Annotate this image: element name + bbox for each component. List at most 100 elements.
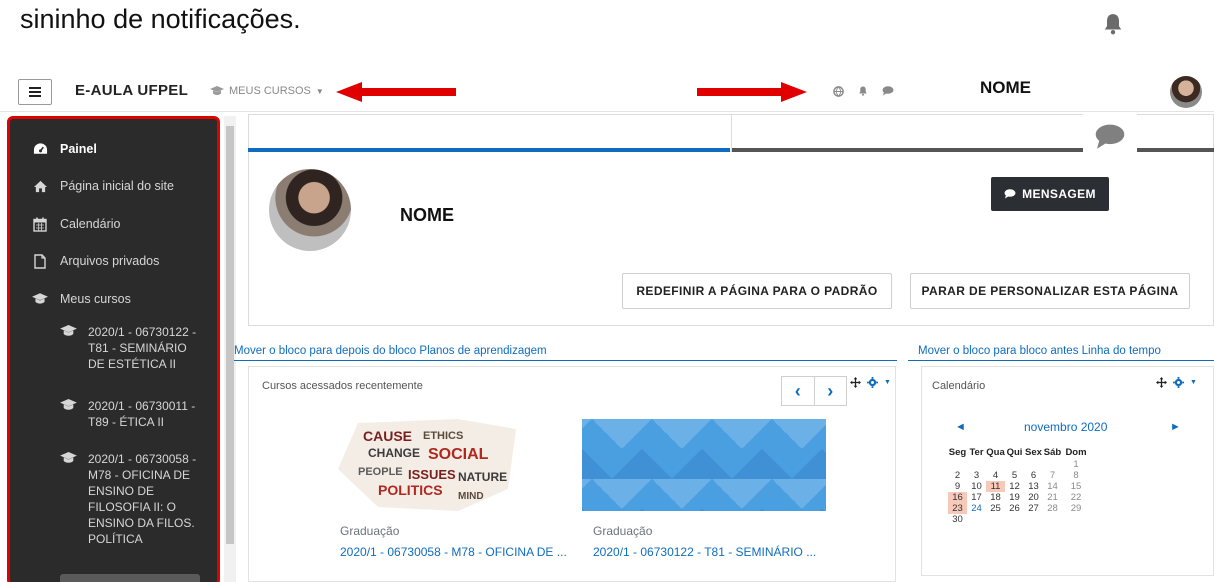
calendar-day[interactable]: 12 xyxy=(1005,481,1024,492)
menu-toggle-button[interactable] xyxy=(18,79,52,105)
caret-down-icon[interactable]: ▼ xyxy=(884,379,891,386)
sidebar-item-private-files[interactable]: Arquivos privados xyxy=(32,253,159,269)
chat-bubble-icon xyxy=(1095,124,1125,149)
svg-text:NATURE: NATURE xyxy=(458,470,507,484)
course-image-pattern[interactable] xyxy=(582,419,826,511)
calendar-day[interactable]: 5 xyxy=(1005,470,1024,481)
svg-text:POLITICS: POLITICS xyxy=(378,482,443,498)
calendar-day[interactable]: 9 xyxy=(948,481,967,492)
calendar-day[interactable]: 4 xyxy=(986,470,1005,481)
language-globe-icon[interactable] xyxy=(833,85,844,97)
user-name[interactable]: NOME xyxy=(980,78,1031,98)
graduation-cap-icon xyxy=(60,325,80,372)
calendar-day[interactable]: 27 xyxy=(1024,503,1043,514)
calendar-day[interactable]: 21 xyxy=(1043,492,1062,503)
calendar-day[interactable]: 23 xyxy=(948,503,967,514)
calendar-empty-cell xyxy=(986,514,1005,525)
reset-page-button[interactable]: REDEFINIR A PÁGINA PARA O PADRÃO xyxy=(622,273,892,309)
calendar-empty-cell xyxy=(967,459,986,470)
calendar-day[interactable]: 11 xyxy=(986,481,1005,492)
course-link[interactable]: 2020/1 - 06730058 - M78 - OFICINA DE ... xyxy=(340,545,567,559)
calendar-day[interactable]: 19 xyxy=(1005,492,1024,503)
calendar-day[interactable]: 25 xyxy=(986,503,1005,514)
calendar-month: novembro 2020 xyxy=(1024,420,1108,434)
gear-icon[interactable] xyxy=(867,377,878,388)
move-arrows-icon[interactable] xyxy=(1156,377,1167,388)
sidebar-item-calendar[interactable]: Calendário xyxy=(32,216,120,232)
calendar-prev-month[interactable]: ◄ xyxy=(955,421,966,433)
calendar-day[interactable]: 10 xyxy=(967,481,986,492)
sidebar-item-painel[interactable]: Painel xyxy=(32,141,97,157)
calendar-empty-cell xyxy=(1005,459,1024,470)
gear-icon[interactable] xyxy=(1173,377,1184,388)
notification-bell-icon[interactable] xyxy=(858,85,868,97)
calendar-weekday: Sex xyxy=(1025,446,1042,458)
calendar-empty-cell xyxy=(1024,459,1043,470)
course-image-wordcloud[interactable]: CAUSE CHANGE ETHICS SOCIAL PEOPLE ISSUES… xyxy=(338,419,516,511)
next-button[interactable]: › xyxy=(813,377,847,405)
move-arrows-icon[interactable] xyxy=(850,377,861,388)
caret-down-icon: ▼ xyxy=(315,86,324,96)
calendar-day[interactable]: 2 xyxy=(948,470,967,481)
move-block-link[interactable]: Mover o bloco para depois do bloco Plano… xyxy=(234,345,547,357)
block-controls: ▼ xyxy=(850,377,891,388)
dashboard-icon xyxy=(32,141,48,157)
message-button[interactable]: MENSAGEM xyxy=(991,177,1109,211)
calendar-day[interactable]: 7 xyxy=(1043,470,1062,481)
calendar-day[interactable]: 13 xyxy=(1024,481,1043,492)
course-link[interactable]: 2020/1 - 06730122 - T81 - SEMINÁRIO ... xyxy=(593,545,816,559)
calendar-day[interactable]: 8 xyxy=(1062,470,1090,481)
caret-down-icon[interactable]: ▼ xyxy=(1190,379,1197,386)
course-category: Graduação xyxy=(340,524,400,538)
calendar-weekday: Dom xyxy=(1065,446,1087,458)
site-brand[interactable]: E-AULA UFPEL xyxy=(75,82,188,99)
stop-customizing-button[interactable]: PARAR DE PERSONALIZAR ESTA PÁGINA xyxy=(910,273,1190,309)
my-courses-menu[interactable]: MEUS CURSOS ▼ xyxy=(210,85,324,97)
home-icon xyxy=(32,178,48,194)
svg-text:PEOPLE: PEOPLE xyxy=(358,466,403,478)
graduation-cap-icon xyxy=(60,452,80,547)
calendar-weekday: Seg xyxy=(948,446,967,458)
calendar-day[interactable]: 16 xyxy=(948,492,967,503)
move-block-link[interactable]: Mover o bloco para bloco antes Linha do … xyxy=(918,345,1161,357)
sidebar-course-2[interactable]: 2020/1 - 06730011 - T89 - ÉTICA II xyxy=(60,398,206,430)
calendar-day[interactable]: 22 xyxy=(1062,492,1090,503)
chevron-right-icon: › xyxy=(827,380,834,401)
calendar-day[interactable]: 18 xyxy=(986,492,1005,503)
sidebar-item-label: Meus cursos xyxy=(60,292,131,306)
calendar-day[interactable]: 29 xyxy=(1062,503,1090,514)
calendar-day[interactable]: 6 xyxy=(1024,470,1043,481)
calendar-empty-cell xyxy=(1024,514,1043,525)
profile-name: NOME xyxy=(400,205,454,225)
calendar-icon xyxy=(32,216,48,232)
calendar-empty-cell xyxy=(1043,514,1062,525)
chat-bubble-icon[interactable] xyxy=(882,86,894,96)
calendar-day[interactable]: 30 xyxy=(948,514,967,525)
calendar-day[interactable]: 28 xyxy=(1043,503,1062,514)
user-avatar[interactable] xyxy=(1170,76,1202,108)
move-target-line xyxy=(234,360,897,361)
calendar-day[interactable]: 20 xyxy=(1024,492,1043,503)
sidebar-course-label: 2020/1 - 06730011 - T89 - ÉTICA II xyxy=(88,399,196,429)
calendar-day[interactable]: 14 xyxy=(1043,481,1062,492)
calendar-day[interactable]: 1 xyxy=(1062,459,1090,470)
calendar-day[interactable]: 15 xyxy=(1062,481,1090,492)
calendar-day[interactable]: 3 xyxy=(967,470,986,481)
calendar-empty-cell xyxy=(1043,459,1062,470)
previous-button[interactable]: ‹ xyxy=(782,377,814,405)
sidebar-item-my-courses[interactable]: Meus cursos xyxy=(32,291,131,307)
calendar-day[interactable]: 24 xyxy=(967,503,986,514)
svg-text:CAUSE: CAUSE xyxy=(363,428,412,444)
calendar-day[interactable]: 26 xyxy=(1005,503,1024,514)
sidebar-course-3[interactable]: 2020/1 - 06730058 - M78 - OFICINA DE ENS… xyxy=(60,451,206,547)
sidebar-course-1[interactable]: 2020/1 - 06730122 - T81 - SEMINÁRIO DE E… xyxy=(60,324,206,372)
sidebar-item-home[interactable]: Página inicial do site xyxy=(32,178,174,194)
sidebar-scrollbar-thumb[interactable] xyxy=(226,126,234,544)
sidebar-course-label: 2020/1 - 06730122 - T81 - SEMINÁRIO DE E… xyxy=(88,325,197,371)
block-controls: ▼ xyxy=(1156,377,1197,388)
calendar-next-month[interactable]: ► xyxy=(1170,421,1181,433)
recent-courses-pager: ‹ › xyxy=(781,376,847,406)
calendar-empty-cell xyxy=(1005,514,1024,525)
calendar-weekday: Sáb xyxy=(1043,446,1062,458)
calendar-day[interactable]: 17 xyxy=(967,492,986,503)
